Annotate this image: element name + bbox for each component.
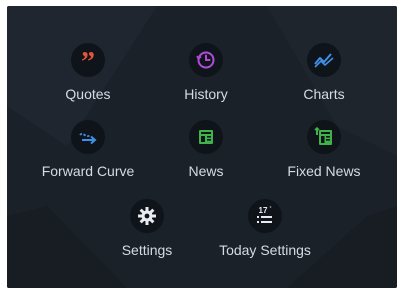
newspaper-icon-bg (189, 120, 223, 154)
chart-line-icon (314, 53, 334, 68)
newspaper-icon (199, 130, 213, 144)
menu-item-today-settings[interactable]: 17 ° Today Settings (205, 199, 325, 259)
forward-curve-icon (79, 132, 97, 145)
today-list-icon: 17 ° (257, 206, 272, 223)
menu-item-label: Forward Curve (41, 163, 135, 179)
menu-panel: ” Quotes History Charts Forward Curve Ne… (7, 6, 397, 288)
clock-icon (196, 51, 215, 69)
pinned-news-icon-bg (307, 120, 341, 154)
gear-icon (138, 207, 156, 225)
quote-icon: ” (81, 51, 95, 69)
today-list-icon-bg: 17 ° (248, 199, 282, 233)
forward-curve-icon-bg (71, 120, 105, 154)
menu-item-fixed-news[interactable]: Fixed News (264, 120, 384, 180)
menu-item-label: News (188, 163, 224, 179)
menu-item-news[interactable]: News (146, 120, 266, 180)
menu-item-label: Fixed News (287, 163, 361, 179)
menu-item-label: History (184, 86, 228, 102)
menu-item-label: Charts (303, 86, 345, 102)
menu-item-quotes[interactable]: ” Quotes (28, 43, 148, 103)
chart-line-icon-bg (307, 43, 341, 77)
menu-item-label: Settings (121, 242, 173, 258)
quote-icon-bg: ” (71, 43, 105, 77)
menu-item-label: Today Settings (219, 242, 311, 258)
pinned-news-icon (314, 127, 332, 145)
menu-item-charts[interactable]: Charts (264, 43, 384, 103)
menu-item-settings[interactable]: Settings (87, 199, 207, 259)
menu-item-label: Quotes (65, 86, 111, 102)
svg-text:°: ° (270, 206, 272, 212)
menu-item-forward-curve[interactable]: Forward Curve (28, 120, 148, 180)
menu-item-history[interactable]: History (146, 43, 266, 103)
clock-icon-bg (189, 43, 223, 77)
gear-icon-bg (130, 199, 164, 233)
today-date-text: 17 (259, 206, 268, 215)
svg-text:”: ” (81, 51, 95, 69)
